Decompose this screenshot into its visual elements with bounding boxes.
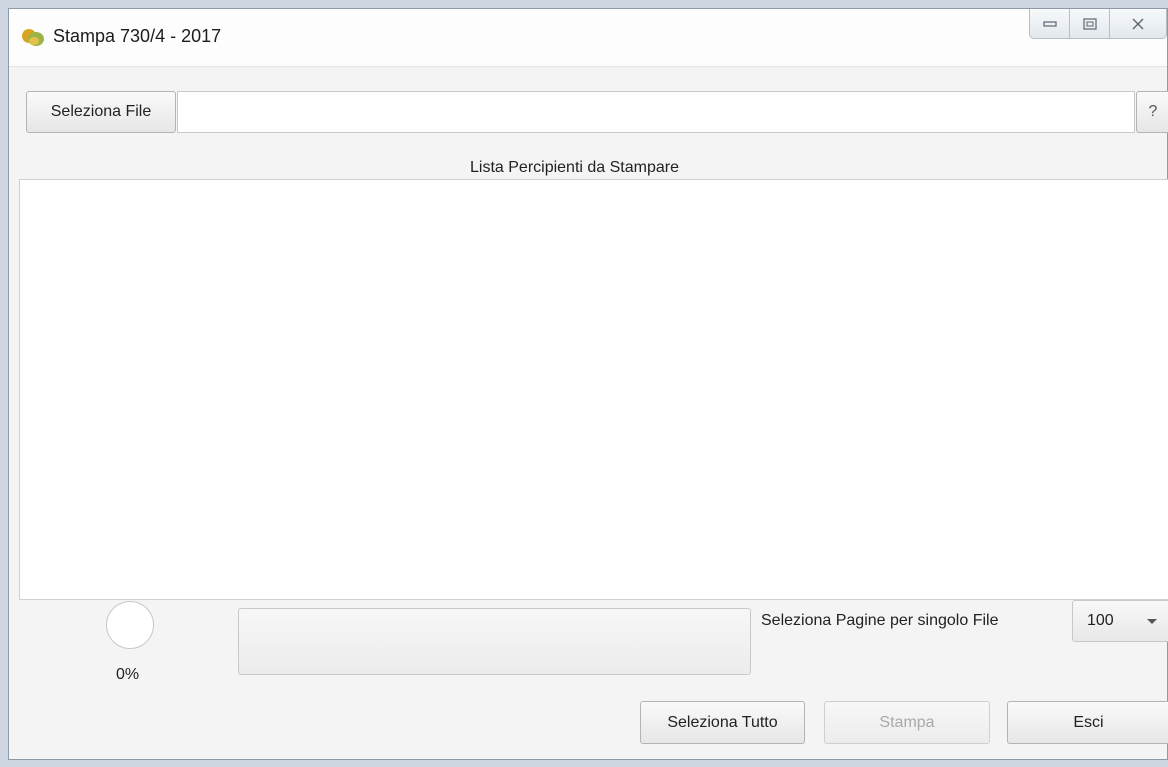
restore-icon — [1082, 17, 1097, 30]
app-window: Stampa 730/4 - 2017 Seleziona File ? Lis… — [8, 8, 1168, 760]
file-path-input[interactable] — [177, 91, 1135, 133]
select-file-button[interactable]: Seleziona File — [26, 91, 176, 133]
title-bar: Stampa 730/4 - 2017 — [9, 9, 1167, 67]
select-all-label: Seleziona Tutto — [667, 713, 778, 731]
window-controls — [1029, 9, 1167, 41]
progress-bar — [238, 608, 751, 675]
minimize-icon — [1042, 20, 1057, 27]
progress-spinner — [106, 601, 154, 649]
list-heading: Lista Percipienti da Stampare — [470, 159, 679, 176]
dropdown-arrow-icon — [1147, 619, 1157, 624]
recipients-list[interactable] — [19, 179, 1168, 600]
print-label: Stampa — [879, 713, 935, 731]
select-file-label: Seleziona File — [50, 103, 152, 120]
pages-per-file-select[interactable]: 100 — [1072, 600, 1168, 642]
pages-per-file-value: 100 — [1087, 612, 1114, 629]
help-button[interactable]: ? — [1136, 91, 1168, 133]
help-label: ? — [1148, 103, 1158, 120]
app-icon — [22, 29, 44, 46]
print-button[interactable]: Stampa — [824, 701, 990, 744]
pages-per-file-label: Seleziona Pagine per singolo File — [761, 612, 999, 629]
progress-percent: 0% — [116, 666, 140, 683]
window-title: Stampa 730/4 - 2017 — [53, 26, 222, 46]
restore-button[interactable] — [1069, 9, 1110, 39]
close-icon — [1132, 18, 1144, 29]
close-button[interactable] — [1109, 9, 1167, 39]
exit-label: Esci — [1073, 713, 1104, 731]
minimize-button[interactable] — [1029, 9, 1070, 39]
exit-button[interactable]: Esci — [1007, 701, 1168, 744]
select-all-button[interactable]: Seleziona Tutto — [640, 701, 805, 744]
